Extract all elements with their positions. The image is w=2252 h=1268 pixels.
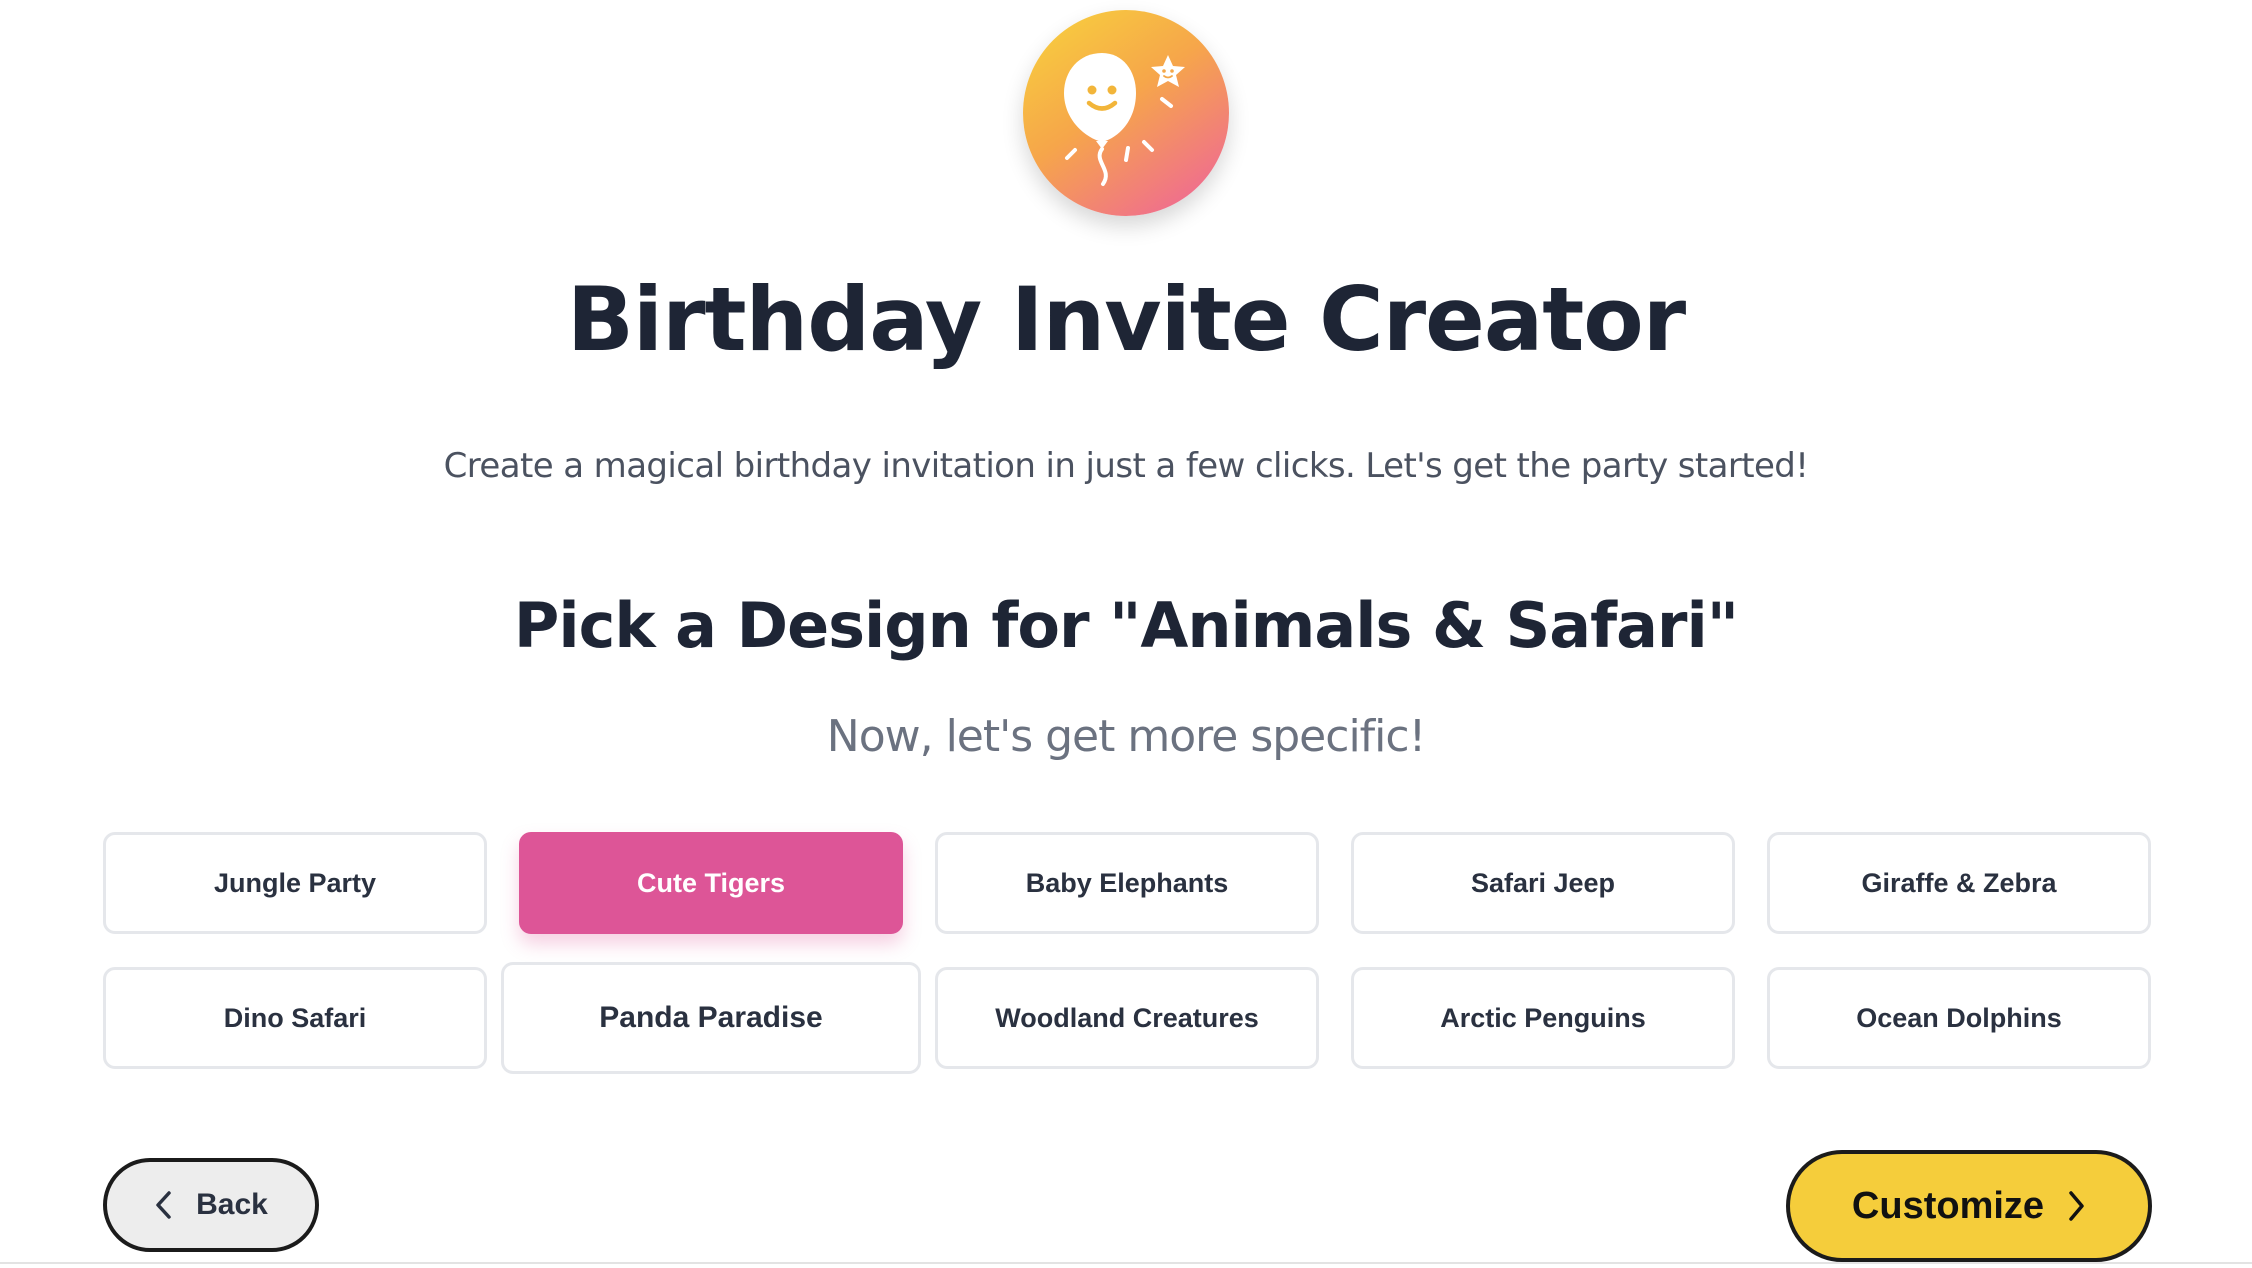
design-option-label: Giraffe & Zebra: [1861, 867, 2057, 898]
design-option-label: Dino Safari: [223, 1002, 367, 1033]
chevron-left-icon: [154, 1190, 174, 1220]
page: Birthday Invite Creator Create a magical…: [0, 0, 2252, 1268]
back-button-label: Back: [196, 1188, 268, 1221]
design-option-giraffe-zebra[interactable]: Giraffe & Zebra: [1767, 832, 2151, 934]
design-option-cute-tigers[interactable]: Cute Tigers: [519, 832, 903, 934]
design-option-label: Jungle Party: [213, 867, 377, 898]
design-option-label: Panda Paradise: [599, 1001, 823, 1034]
design-option-label: Baby Elephants: [1025, 867, 1229, 898]
design-option-ocean-dolphins[interactable]: Ocean Dolphins: [1767, 967, 2151, 1069]
design-option-label: Safari Jeep: [1470, 867, 1616, 898]
design-option-safari-jeep[interactable]: Safari Jeep: [1351, 832, 1735, 934]
step-title: Pick a Design for "Animals & Safari": [513, 589, 1739, 662]
design-option-arctic-penguins[interactable]: Arctic Penguins: [1351, 967, 1735, 1069]
step-subtitle: Now, let's get more specific!: [826, 711, 1426, 762]
customize-button[interactable]: Customize: [1786, 1150, 2152, 1262]
design-option-label: Ocean Dolphins: [1856, 1002, 2062, 1033]
design-option-jungle-party[interactable]: Jungle Party: [103, 832, 487, 934]
logo: [1023, 10, 1229, 216]
bottom-divider: [0, 1262, 2252, 1264]
app-title: Birthday Invite Creator: [566, 268, 1686, 371]
design-option-baby-elephants[interactable]: Baby Elephants: [935, 832, 1319, 934]
customize-button-label: Customize: [1851, 1184, 2045, 1227]
back-button[interactable]: Back: [103, 1158, 319, 1252]
design-option-dino-safari[interactable]: Dino Safari: [103, 967, 487, 1069]
design-option-woodland-creatures[interactable]: Woodland Creatures: [935, 967, 1319, 1069]
app-subtitle: Create a magical birthday invitation in …: [443, 446, 1809, 486]
design-option-panda-paradise[interactable]: Panda Paradise: [501, 962, 921, 1074]
design-option-label: Woodland Creatures: [995, 1002, 1259, 1033]
design-option-label: Cute Tigers: [636, 867, 786, 898]
chevron-right-icon: [2066, 1190, 2086, 1222]
smiling-balloon-icon: [1064, 53, 1185, 186]
design-option-label: Arctic Penguins: [1440, 1002, 1646, 1033]
